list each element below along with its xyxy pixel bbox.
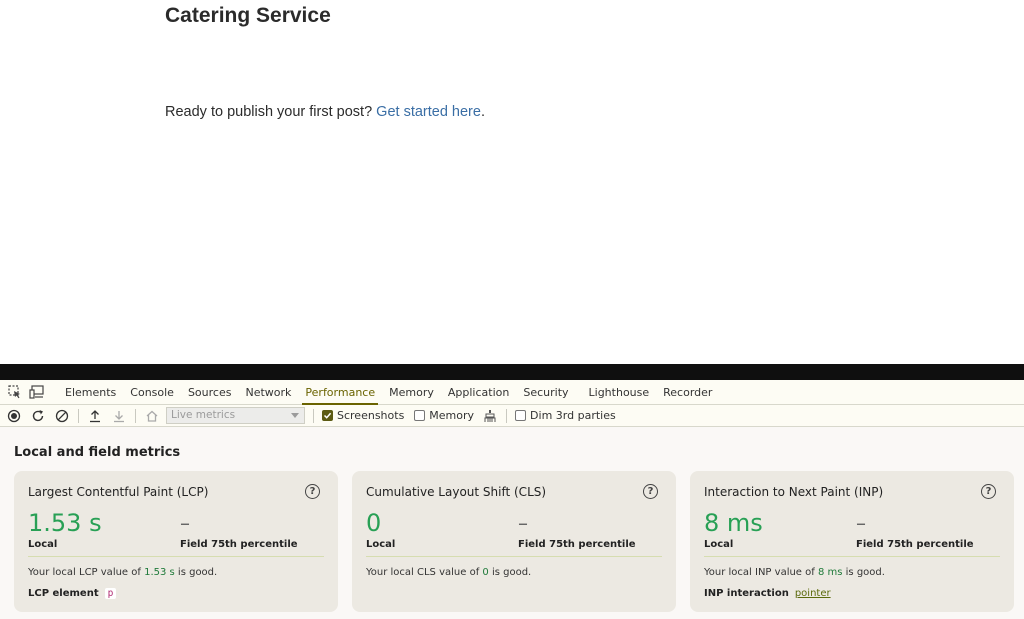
inp-card: Interaction to Next Paint (INP) ? 8 ms –… (690, 471, 1014, 612)
field-label: Field 75th percentile (856, 539, 974, 550)
tab-console[interactable]: Console (123, 380, 181, 405)
screenshots-label: Screenshots (337, 409, 405, 422)
inp-interaction-link[interactable]: pointer (795, 588, 831, 599)
checkbox-icon[interactable] (414, 410, 426, 421)
help-icon[interactable]: ? (305, 484, 320, 499)
help-icon[interactable]: ? (981, 484, 996, 499)
desc-post: is good. (842, 567, 885, 578)
tab-network[interactable]: Network (238, 380, 298, 405)
card-title: Interaction to Next Paint (INP) (704, 485, 884, 499)
select-value: Live metrics (171, 409, 236, 421)
tab-performance[interactable]: Performance (298, 380, 382, 405)
help-icon[interactable]: ? (643, 484, 658, 499)
checkbox-checked-icon[interactable] (322, 410, 333, 421)
tab-security[interactable]: Security (516, 380, 575, 405)
record-button[interactable] (2, 405, 26, 427)
intro-paragraph: Ready to publish your first post? Get st… (165, 104, 485, 120)
card-title: Largest Contentful Paint (LCP) (28, 485, 209, 499)
clear-icon[interactable] (50, 405, 74, 427)
dim-3rd-parties-checkbox[interactable]: Dim 3rd parties (515, 409, 616, 422)
desc-pre: Your local LCP value of (28, 567, 145, 578)
metric-description: Your local CLS value of 0 is good. (366, 567, 531, 578)
lcp-element-node[interactable]: p (104, 588, 117, 599)
tab-elements[interactable]: Elements (58, 380, 123, 405)
toolbar-separator (78, 408, 79, 423)
field-label: Field 75th percentile (518, 539, 636, 550)
page-viewport: Catering Service Ready to publish your f… (0, 0, 1024, 364)
chevron-down-icon (291, 413, 299, 418)
desc-pre: Your local INP value of (704, 567, 818, 578)
intro-end: . (480, 104, 485, 120)
tab-lighthouse[interactable]: Lighthouse (582, 380, 657, 405)
field-value: – (856, 511, 866, 535)
inp-interaction-row: INP interaction pointer (704, 588, 831, 599)
metric-description: Your local INP value of 8 ms is good. (704, 567, 885, 578)
device-toolbar-icon[interactable] (26, 380, 48, 405)
lcp-element-label: LCP element (28, 588, 99, 599)
garbage-collect-icon[interactable] (478, 405, 502, 427)
card-title: Cumulative Layout Shift (CLS) (366, 485, 547, 499)
field-value: – (180, 511, 190, 535)
local-label: Local (704, 539, 734, 550)
cls-card: Cumulative Layout Shift (CLS) ? 0 – Loca… (352, 471, 676, 612)
desc-post: is good. (174, 567, 218, 578)
tab-recorder[interactable]: Recorder (656, 380, 719, 405)
get-started-link[interactable]: Get started here (376, 104, 481, 120)
screenshots-checkbox[interactable]: Screenshots (322, 409, 404, 422)
upload-icon[interactable] (83, 405, 107, 427)
dim-3rd-parties-label: Dim 3rd parties (530, 409, 616, 422)
lcp-element-row: LCP element p (28, 588, 117, 599)
desc-value: 8 ms (817, 567, 843, 578)
inspect-element-icon[interactable] (4, 380, 26, 405)
local-label: Local (28, 539, 58, 550)
toolbar-separator (506, 408, 508, 423)
memory-label: Memory (429, 409, 475, 422)
section-title: Local and field metrics (14, 445, 181, 460)
checkbox-icon[interactable] (515, 410, 527, 421)
site-title[interactable]: Catering Service (165, 4, 331, 28)
live-metrics-select[interactable]: Live metrics (166, 407, 305, 424)
intro-text: Ready to publish your first post? (165, 104, 373, 120)
devtools-tabbar: Elements Console Sources Network Perform… (0, 380, 1024, 405)
download-icon[interactable] (107, 405, 131, 427)
local-label: Local (366, 539, 396, 550)
local-value: 0 (366, 509, 382, 537)
desc-pre: Your local CLS value of (366, 567, 483, 578)
metric-description: Your local LCP value of 1.53 s is good. (28, 567, 217, 578)
home-icon[interactable] (140, 405, 164, 427)
field-label: Field 75th percentile (180, 539, 298, 550)
desc-post: is good. (488, 567, 532, 578)
tab-sources[interactable]: Sources (181, 380, 239, 405)
tab-memory[interactable]: Memory (382, 380, 441, 405)
performance-toolbar: Live metrics Screenshots Memory Dim 3rd … (0, 405, 1024, 427)
local-value: 8 ms (704, 509, 763, 537)
tab-application[interactable]: Application (441, 380, 516, 405)
desc-value: 1.53 s (144, 567, 175, 578)
toolbar-separator (135, 408, 136, 423)
metric-divider (704, 556, 1000, 557)
devtools-divider[interactable] (0, 364, 1024, 380)
metric-divider (366, 556, 662, 557)
devtools-panel: Elements Console Sources Network Perform… (0, 380, 1024, 619)
lcp-card: Largest Contentful Paint (LCP) ? 1.53 s … (14, 471, 338, 612)
local-value: 1.53 s (28, 509, 102, 537)
field-value: – (518, 511, 528, 535)
memory-checkbox[interactable]: Memory (414, 409, 474, 422)
reload-record-icon[interactable] (26, 405, 50, 427)
metric-divider (28, 556, 324, 557)
toolbar-separator (313, 408, 314, 423)
inp-interaction-label: INP interaction (704, 588, 789, 599)
